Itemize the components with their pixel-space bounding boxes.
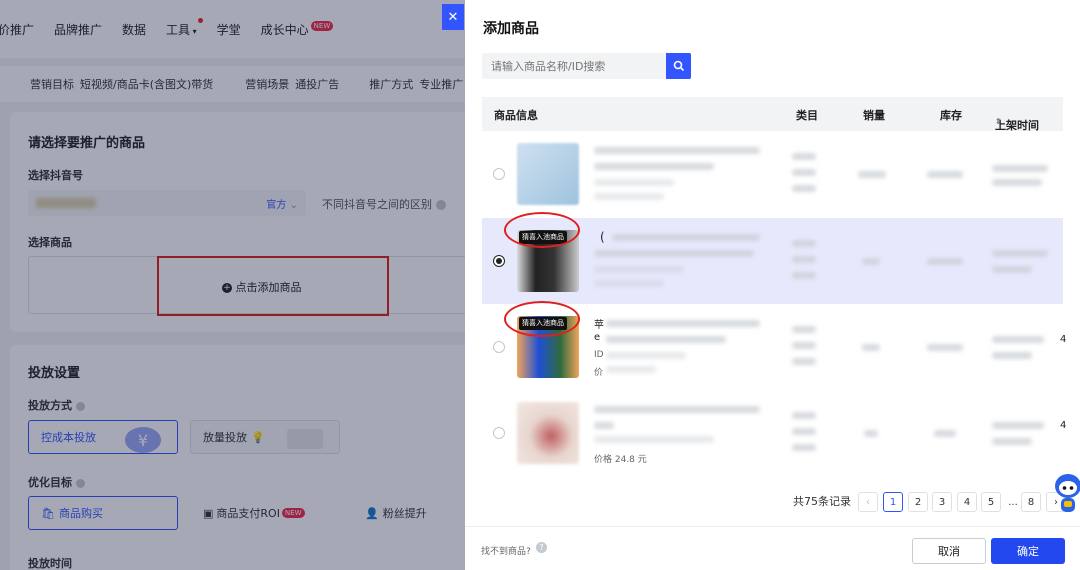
page-4[interactable]: 4 [957,492,977,512]
page-3[interactable]: 3 [932,492,952,512]
sales-blurred [864,430,878,437]
close-icon[interactable]: ✕ [442,4,464,30]
product-title-blurred [612,234,760,241]
table-row[interactable]: 猜喜入池商品 ( [482,212,1063,304]
confirm-button[interactable]: 确定 [991,538,1065,564]
search-icon [673,60,684,72]
category-blurred [792,169,816,176]
row-radio[interactable] [493,427,505,439]
stock-blurred [927,258,963,265]
table-header: 商品信息 类目 销量 库存 上架时间 ⇕ [482,97,1063,132]
search-button[interactable] [666,53,691,79]
highlight-ellipse [504,301,580,337]
product-meta-blurred [594,280,664,287]
category-blurred [792,428,816,435]
help-circle-icon[interactable]: ? [536,542,547,553]
table-row[interactable]: 价格 24.8 元 4 [482,390,1067,476]
product-meta-blurred [606,352,686,359]
product-meta-blurred [594,193,664,200]
product-thumbnail [517,143,579,205]
product-title-blurred [606,320,760,327]
search-input[interactable] [482,53,667,79]
time-blurred [992,165,1048,172]
row-radio[interactable] [493,341,505,353]
cancel-button[interactable]: 取消 [912,538,986,564]
time-blurred [992,266,1032,273]
col-stock: 库存 [940,109,962,122]
total-records: 共75条记录 [793,495,851,508]
category-blurred [792,153,816,160]
product-meta-blurred [606,336,726,343]
product-meta-blurred [594,436,714,443]
row-radio[interactable] [493,168,505,180]
table-row[interactable] [482,131,1063,217]
category-blurred [792,272,816,279]
page-ellipsis: ... [1003,492,1023,512]
product-meta-blurred [594,266,684,273]
time-blurred [992,422,1044,429]
sales-blurred [862,258,880,265]
row-radio-selected[interactable] [493,255,505,267]
chevron-left-icon: ‹ [866,496,870,508]
col-product-info: 商品信息 [494,109,538,122]
col-category: 类目 [796,109,818,122]
sales-blurred [862,344,880,351]
price-fragment: 价 [594,368,604,378]
add-product-modal: 添加商品 商品信息 类目 销量 库存 上架时间 ⇕ 猜喜入池商品 ( [465,0,1080,570]
modal-overlay[interactable] [0,0,470,570]
product-thumbnail [517,402,579,464]
time-blurred [992,336,1044,343]
stock-blurred [934,430,956,437]
page-1[interactable]: 1 [883,492,903,512]
sort-icon: ⇕ [995,117,1002,126]
time-blurred [992,179,1042,186]
category-blurred [792,240,816,247]
page-2[interactable]: 2 [908,492,928,512]
time-blurred [992,438,1032,445]
product-meta-blurred [594,179,674,186]
product-meta-blurred [594,422,614,429]
product-title-blurred [594,147,760,154]
stock-blurred [927,171,963,178]
category-blurred [792,256,816,263]
product-title-blurred [594,406,760,413]
col-sales: 销量 [863,109,885,122]
prev-page-button[interactable]: ‹ [858,492,878,512]
sales-blurred [858,171,886,178]
category-blurred [792,326,816,333]
help-link[interactable]: 找不到商品? [481,544,531,557]
time-blurred [992,352,1032,359]
product-meta-blurred [594,163,714,170]
time-blurred [992,250,1048,257]
title-fragment: ( [600,230,605,244]
title-fragment: e [594,332,601,343]
category-blurred [792,185,816,192]
search-box [482,53,667,79]
category-blurred [792,412,816,419]
stock-blurred [927,344,963,351]
page-5[interactable]: 5 [981,492,1001,512]
modal-title: 添加商品 [483,21,539,37]
page-8[interactable]: 8 [1021,492,1041,512]
time-fragment: 4 [1060,420,1067,431]
product-meta-blurred [606,366,656,373]
price-fragment: 价格 24.8 元 [594,455,647,465]
highlight-ellipse [504,212,580,248]
product-meta-blurred [594,250,754,257]
title-fragment: 苹 [594,320,604,331]
footer-divider [465,526,1080,527]
id-fragment: ID [594,350,604,360]
category-blurred [792,358,816,365]
table-row[interactable]: 猜喜入池商品 苹 e ID 价 4 [482,301,1067,390]
category-blurred [792,342,816,349]
category-blurred [792,444,816,451]
time-fragment: 4 [1060,334,1067,345]
assistant-mascot-icon[interactable] [1052,470,1080,516]
